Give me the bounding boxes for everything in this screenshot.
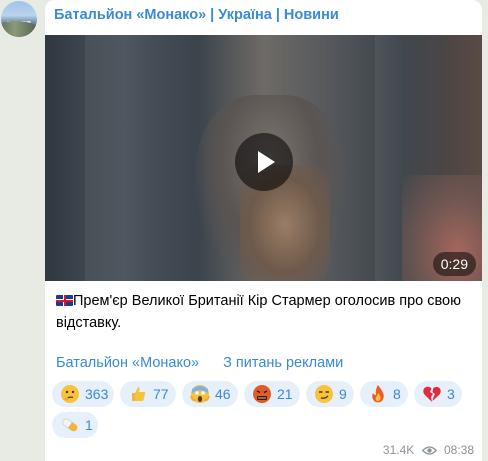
view-count: 31.4K <box>382 443 415 457</box>
reaction-broken-heart[interactable]: 3 <box>414 381 462 407</box>
reaction-screaming[interactable]: 46 <box>182 381 238 407</box>
fire-icon <box>372 385 384 403</box>
video-blur-bg <box>85 35 155 281</box>
message-time: 08:38 <box>443 443 474 457</box>
reaction-thinking[interactable]: 363 <box>52 381 114 407</box>
message-body: Прем'єр Великої Британії Кір Стармер ого… <box>56 293 461 331</box>
video-player[interactable]: 0:29 <box>45 35 482 281</box>
reaction-count: 1 <box>85 417 93 433</box>
message-bubble: Батальйон «Монако» | Україна | Новини 0:… <box>45 0 482 461</box>
reaction-cursing[interactable]: 21 <box>244 381 300 407</box>
pill-icon <box>62 418 78 432</box>
thumbs-up-icon <box>132 387 146 401</box>
reaction-count: 21 <box>277 386 293 402</box>
reaction-count: 8 <box>393 386 401 402</box>
reaction-count: 363 <box>85 386 109 402</box>
play-button[interactable] <box>235 133 293 191</box>
reaction-count: 46 <box>215 386 231 402</box>
video-duration: 0:29 <box>432 252 476 276</box>
reaction-smirking[interactable]: 9 <box>306 381 354 407</box>
reaction-count: 9 <box>339 386 347 402</box>
broken-heart-icon <box>423 386 441 402</box>
uk-flag-icon <box>56 295 73 306</box>
eye-icon <box>421 446 437 455</box>
channel-name[interactable]: Батальйон «Монако» | Україна | Новини <box>54 7 339 23</box>
reaction-count: 77 <box>153 386 169 402</box>
cursing-face-icon <box>253 385 271 403</box>
screaming-face-icon <box>190 385 210 403</box>
channel-avatar[interactable] <box>1 1 37 37</box>
reaction-thumbs-up[interactable]: 77 <box>120 381 176 407</box>
smirking-face-icon <box>315 385 333 403</box>
thinking-face-icon <box>61 385 79 403</box>
play-icon <box>258 151 275 173</box>
footer-links: Батальйон «Монако» З питань реклами <box>56 355 343 371</box>
channel-link[interactable]: Батальйон «Монако» <box>56 355 199 371</box>
ads-link[interactable]: З питань реклами <box>223 355 343 371</box>
reaction-count: 3 <box>447 386 455 402</box>
reaction-pill[interactable]: 1 <box>52 412 98 438</box>
message-text: Прем'єр Великої Британії Кір Стармер ого… <box>56 290 474 334</box>
reaction-fire[interactable]: 8 <box>360 381 408 407</box>
avatar-hill <box>1 21 37 37</box>
message-meta: 31.4K 08:38 <box>383 443 474 457</box>
